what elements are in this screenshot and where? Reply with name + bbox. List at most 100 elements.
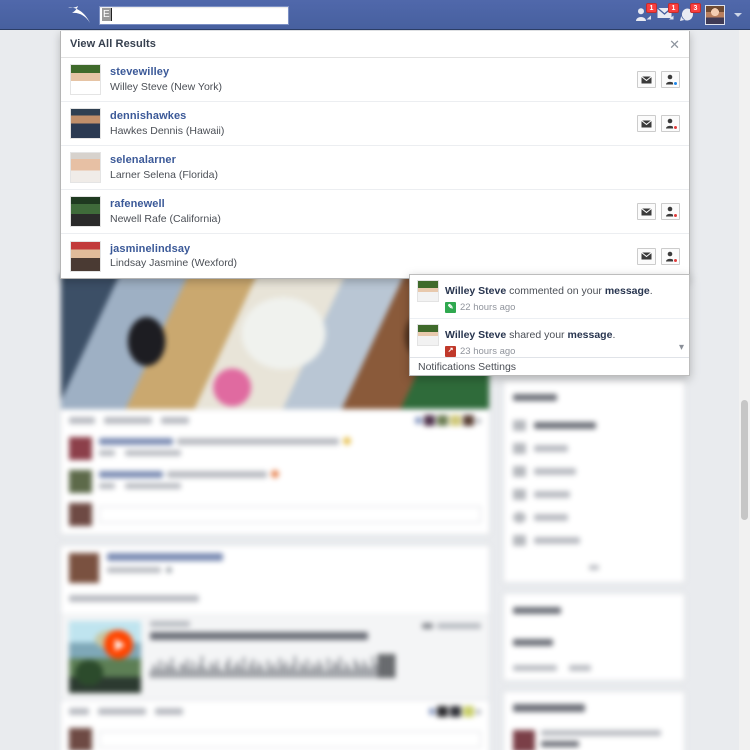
notification-object[interactable]: message [605, 285, 650, 297]
scrollbar-thumb[interactable] [741, 400, 748, 520]
archives-month[interactable] [513, 665, 557, 671]
sidebar-item-label [534, 537, 580, 544]
notification-period: . [612, 328, 616, 341]
like-button[interactable] [69, 708, 89, 715]
audio-player [61, 614, 489, 700]
result-username[interactable]: selenalarner [110, 154, 218, 167]
activity-item[interactable] [513, 725, 675, 750]
remove-friend-icon[interactable] [661, 115, 680, 132]
result-fullname: Larner Selena (Florida) [110, 168, 218, 181]
comment-icon: ✎ [445, 302, 456, 314]
share-button[interactable] [161, 417, 189, 424]
result-actions [637, 71, 680, 88]
notification-avatar [417, 323, 439, 346]
like-button[interactable] [69, 417, 95, 424]
result-fullname: Willey Steve (New York) [110, 80, 223, 93]
comment-input[interactable] [99, 506, 481, 523]
envelope-icon[interactable] [637, 71, 656, 88]
post-author-avatar[interactable] [69, 553, 99, 583]
comment-input[interactable] [99, 731, 481, 748]
comment-button[interactable] [98, 708, 146, 715]
notifications-list[interactable]: Willey Steve commented on your message. … [410, 275, 689, 357]
search-result-row[interactable]: dennishawkes Hawkes Dennis (Hawaii) [61, 102, 689, 146]
view-all-results-link[interactable]: View All Results [70, 38, 156, 50]
sidebar-item[interactable] [513, 529, 675, 552]
comment-like-link[interactable] [99, 483, 115, 489]
notifications-icon[interactable]: 3 [679, 2, 701, 24]
sidebar-item[interactable] [513, 483, 675, 506]
activity-text [541, 730, 661, 736]
comment-author[interactable] [99, 437, 173, 445]
sidebar-section-title [513, 394, 557, 401]
result-avatar [70, 240, 101, 272]
archives-all-link[interactable] [513, 639, 553, 646]
notification-item[interactable]: Willey Steve shared your message. ↗ 23 h… [410, 319, 689, 357]
close-icon[interactable]: ✕ [669, 38, 680, 51]
notification-action: commented on your [506, 285, 605, 297]
share-button[interactable] [155, 708, 183, 715]
sidebar-card-archives [503, 593, 685, 681]
envelope-icon[interactable] [637, 115, 656, 132]
waveform[interactable] [150, 652, 481, 678]
sidebar-item[interactable] [513, 506, 675, 529]
search-box[interactable]: E [99, 5, 289, 25]
envelope-icon[interactable] [637, 203, 656, 220]
nav-icon-group: 1 1 3 [635, 2, 742, 28]
sidebar-expand-icon[interactable] [589, 565, 599, 570]
sidebar-item[interactable] [513, 437, 675, 460]
search-input[interactable] [99, 5, 289, 25]
messages-badge: 1 [668, 2, 679, 13]
notification-item[interactable]: Willey Steve commented on your message. … [410, 275, 689, 319]
envelope-icon[interactable] [637, 247, 656, 265]
pictures-icon [513, 535, 526, 546]
result-fullname: Hawkes Dennis (Hawaii) [110, 124, 225, 137]
friends-activity-title [513, 704, 585, 712]
archives-year[interactable] [569, 665, 591, 671]
notifications-settings-link[interactable]: Notifications Settings [410, 357, 689, 375]
volume-icon[interactable] [422, 623, 433, 629]
my-avatar [69, 503, 92, 526]
sidebar-item[interactable] [513, 460, 675, 483]
search-result-row[interactable]: rafenewell Newell Rafe (California) [61, 190, 689, 234]
notification-actor[interactable]: Willey Steve [445, 285, 506, 297]
notification-actor[interactable]: Willey Steve [445, 329, 506, 341]
music-post-card [60, 545, 490, 750]
result-username[interactable]: stevewilley [110, 66, 222, 79]
reaction-avatars [429, 706, 481, 717]
result-username[interactable]: jasminelindsay [110, 243, 237, 256]
result-fullname: Lindsay Jasmine (Wexford) [110, 257, 238, 270]
search-result-row[interactable]: selenalarner Larner Selena (Florida) [61, 146, 689, 190]
search-results-header: View All Results ✕ [61, 31, 689, 58]
comment-button[interactable] [104, 417, 152, 424]
messages-icon[interactable]: 1 [657, 2, 679, 24]
post-timestamp [107, 567, 161, 573]
chevron-down-icon[interactable]: ▾ [679, 343, 684, 353]
search-result-row[interactable]: jasminelindsay Lindsay Jasmine (Wexford) [61, 234, 689, 278]
play-button[interactable] [104, 630, 133, 659]
comment-author[interactable] [99, 470, 163, 478]
comment-avatar [69, 470, 92, 493]
page-scrollbar[interactable] [739, 30, 750, 750]
result-username[interactable]: rafenewell [110, 198, 221, 211]
chevron-down-icon[interactable] [734, 13, 742, 17]
search-result-row[interactable]: stevewilley Willey Steve (New York) [61, 58, 689, 102]
add-friend-icon[interactable] [661, 71, 680, 88]
result-username[interactable]: dennishawkes [110, 110, 224, 123]
friend-requests-icon[interactable]: 1 [635, 2, 657, 24]
search-results-dropdown: View All Results ✕ stevewilley Willey St… [60, 31, 690, 279]
track-artist [150, 621, 190, 627]
track-artwork [69, 621, 141, 693]
notification-object[interactable]: message [567, 329, 612, 341]
sidebar-card-friends-activity [503, 691, 685, 750]
remove-friend-icon[interactable] [661, 247, 680, 265]
sidebar-item[interactable] [513, 414, 675, 437]
share-icon: ↗ [445, 346, 456, 357]
dolphin-logo-icon[interactable] [66, 4, 92, 26]
track-source [437, 623, 481, 629]
search-selected-text: E [102, 8, 111, 21]
comment-like-link[interactable] [99, 450, 115, 456]
avatar[interactable] [705, 5, 725, 25]
post-author-name[interactable] [107, 553, 223, 561]
sidebar-item-label [534, 468, 576, 475]
remove-friend-icon[interactable] [661, 203, 680, 220]
